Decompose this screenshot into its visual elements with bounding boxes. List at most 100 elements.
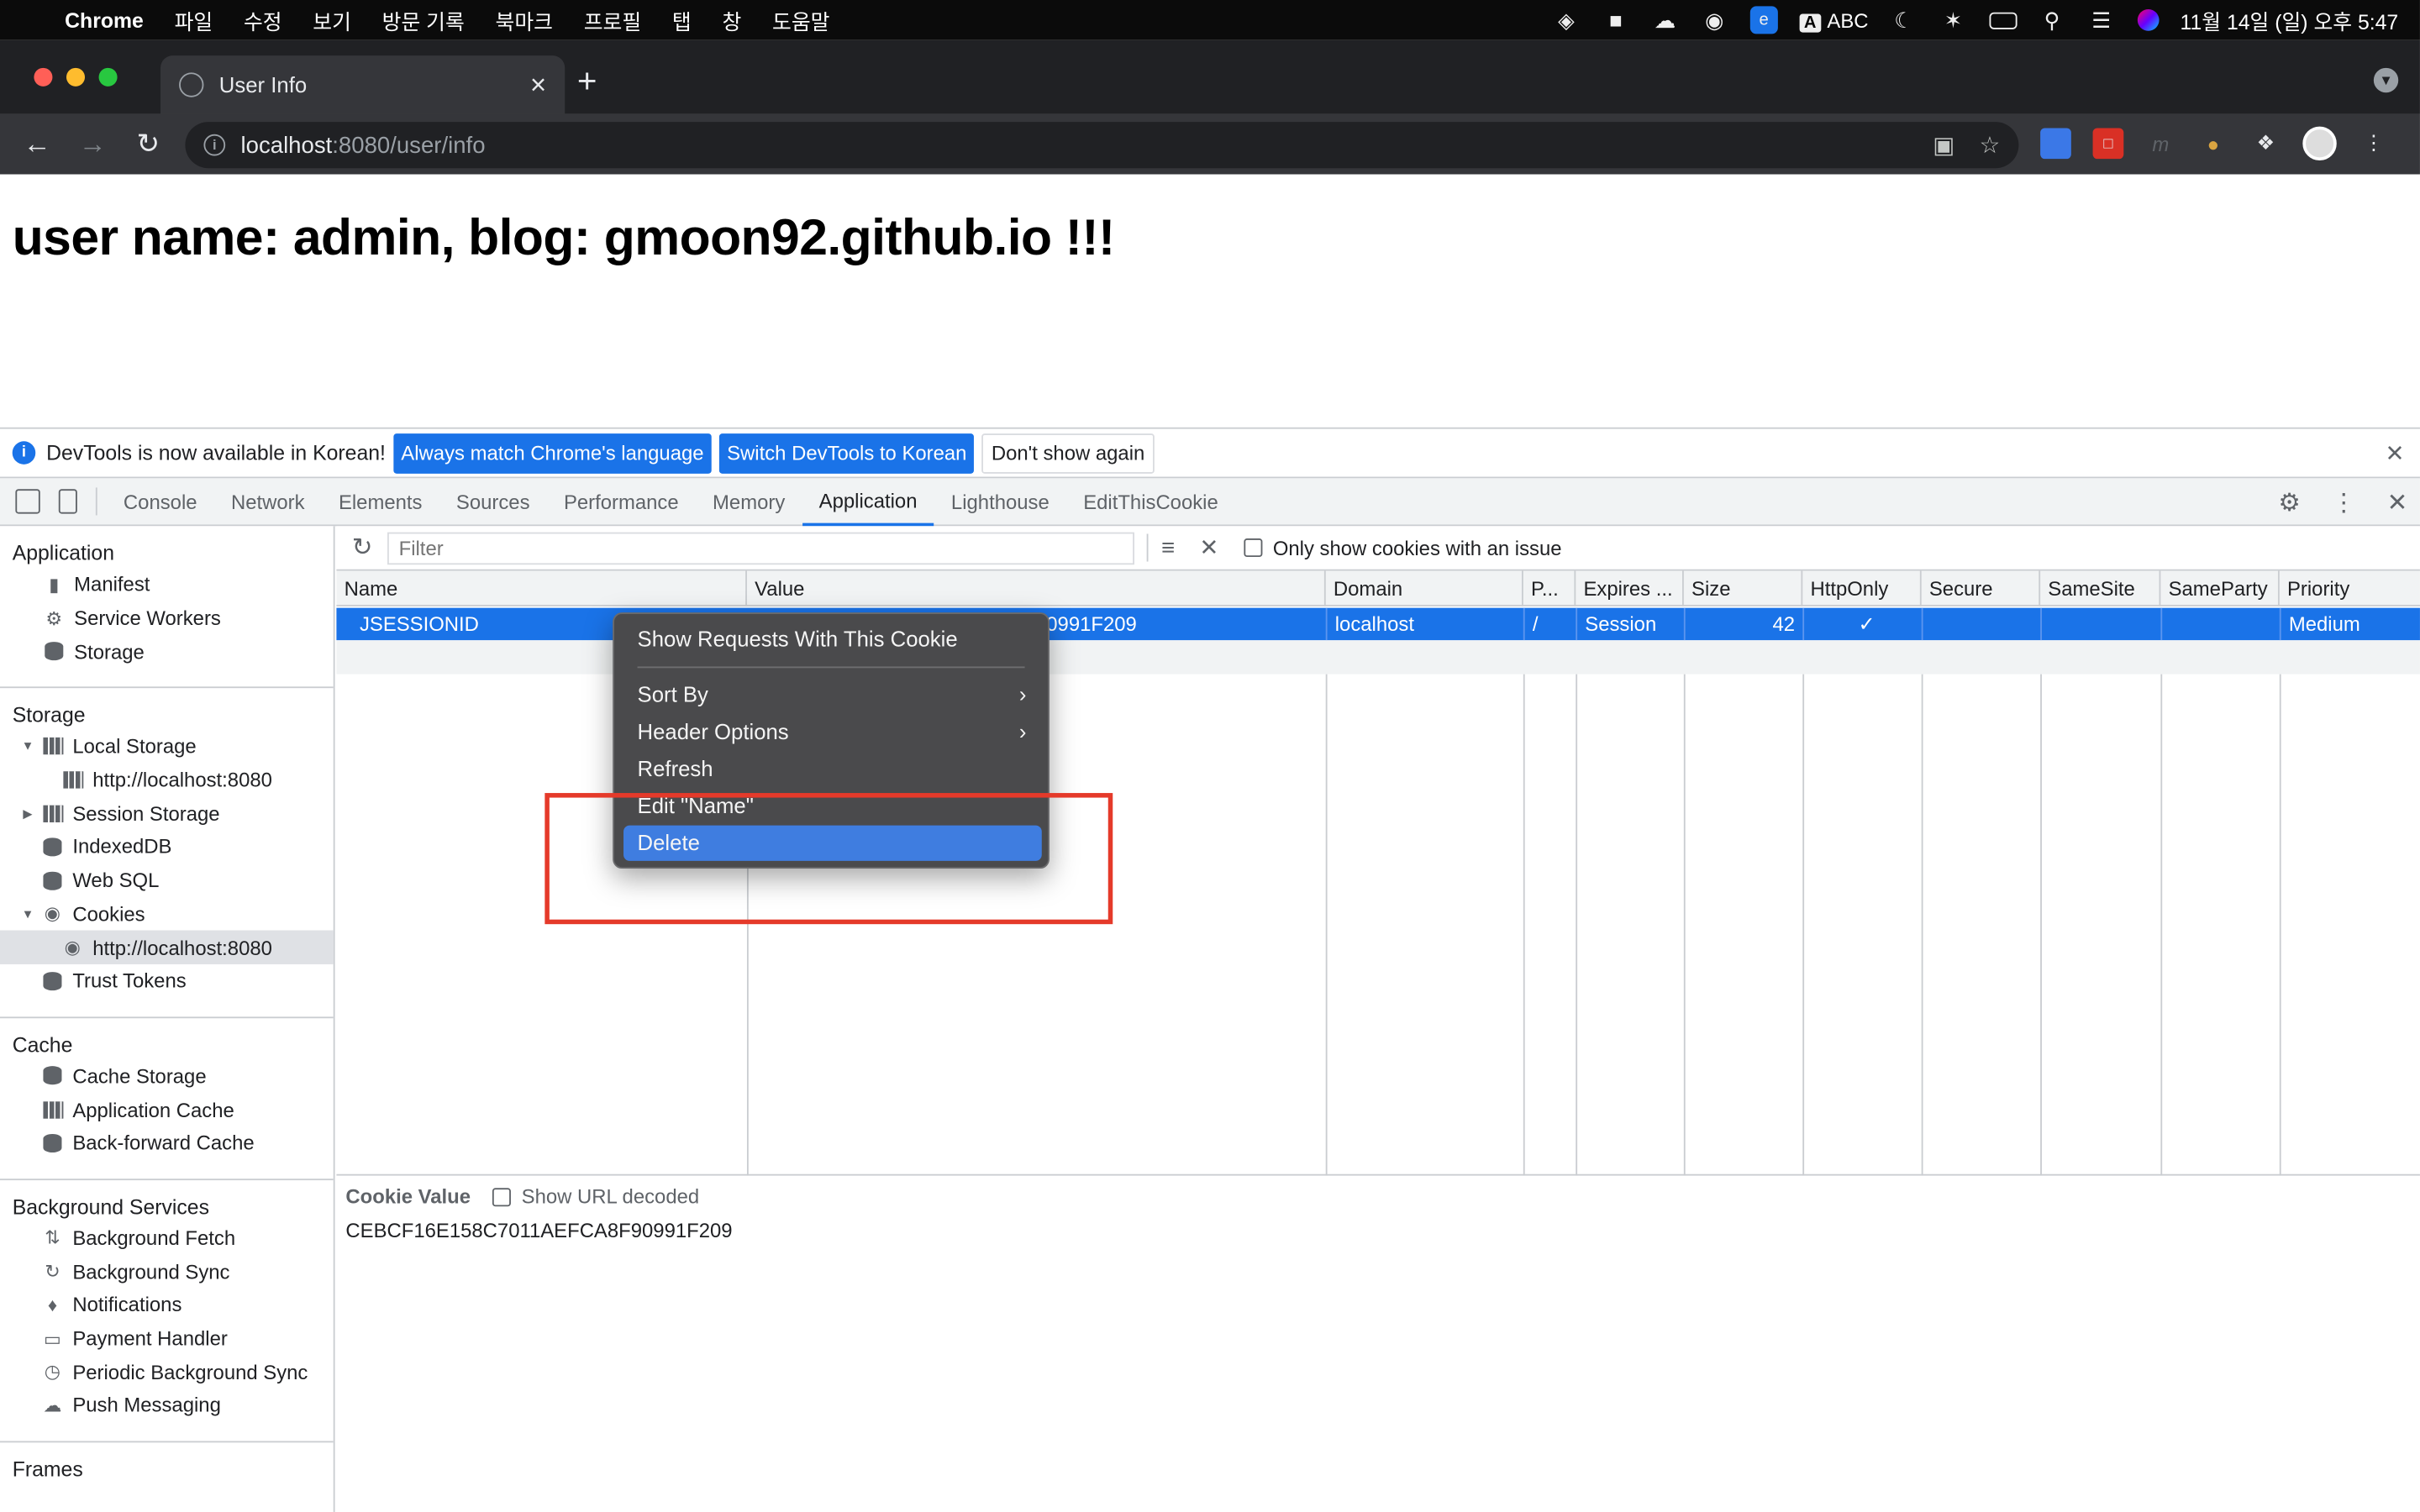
input-source[interactable]: A ABC (1799, 8, 1868, 32)
menubar-clock[interactable]: 11월 14일 (일) 오후 5:47 (2181, 5, 2399, 36)
menu-history[interactable]: 방문 기록 (366, 5, 480, 36)
close-window-button[interactable] (34, 67, 53, 87)
cell-domain[interactable]: localhost (1325, 607, 1523, 641)
close-devtools-icon[interactable]: ✕ (2387, 487, 2408, 518)
tab-search-icon[interactable]: ▼ (2373, 67, 2399, 93)
col-secure[interactable]: Secure (1922, 570, 2041, 606)
always-match-language-button[interactable]: Always match Chrome's language (393, 433, 712, 473)
site-info-icon[interactable]: i (203, 134, 226, 156)
col-expires[interactable]: Expires ... (1576, 570, 1684, 606)
close-tab-icon[interactable]: × (530, 69, 546, 102)
menu-item-refresh[interactable]: Refresh (623, 751, 1042, 786)
cell-secure[interactable] (1921, 607, 2040, 641)
extension-blue-icon[interactable] (2040, 128, 2071, 160)
profile-avatar[interactable] (2302, 126, 2337, 161)
inspect-element-icon[interactable] (15, 489, 40, 514)
tab-application[interactable]: Application (802, 477, 934, 526)
col-domain[interactable]: Domain (1326, 570, 1523, 606)
forward-icon[interactable]: → (68, 128, 118, 160)
sidebar-item-application-cache[interactable]: Application Cache (0, 1093, 334, 1126)
show-url-decoded-checkbox[interactable]: Show URL decoded (492, 1185, 699, 1208)
sidebar-item-local-storage-origin[interactable]: http://localhost:8080 (0, 764, 334, 797)
expand-down-icon[interactable]: ▼ (20, 740, 35, 754)
only-issue-cookies-checkbox[interactable]: Only show cookies with an issue (1243, 536, 1562, 559)
sidebar-item-indexeddb[interactable]: IndexedDB (0, 830, 334, 864)
cell-priority[interactable]: Medium (2279, 607, 2420, 641)
cell-path[interactable]: / (1523, 607, 1576, 641)
bookmark-star-icon[interactable]: ☆ (1980, 131, 2001, 159)
address-bar[interactable]: i localhost :8080/user/info ▣ ☆ (185, 122, 2019, 169)
bluetooth-icon[interactable]: ✶ (1939, 6, 1967, 34)
control-center-icon[interactable]: ☰ (2087, 6, 2115, 34)
new-tab-button[interactable]: + (577, 61, 597, 102)
tab-editthiscookie[interactable]: EditThisCookie (1066, 477, 1235, 525)
menu-profiles[interactable]: 프로필 (568, 5, 656, 36)
menu-view[interactable]: 보기 (297, 5, 366, 36)
tab-elements[interactable]: Elements (322, 477, 439, 525)
sidebar-item-websql[interactable]: Web SQL (0, 864, 334, 897)
sidebar-item-session-storage[interactable]: ▶ Session Storage (0, 797, 334, 831)
col-sameparty[interactable]: SameParty (2160, 570, 2280, 606)
settings-gear-icon[interactable]: ⚙ (2278, 487, 2300, 518)
globe-icon[interactable]: ◉ (1701, 6, 1728, 34)
spotlight-search-icon[interactable]: ⚲ (2039, 6, 2066, 34)
puzzle-extensions-icon[interactable]: ❖ (2250, 128, 2281, 159)
switch-to-korean-button[interactable]: Switch DevTools to Korean (718, 433, 975, 473)
sidebar-item-background-fetch[interactable]: ⇅ Background Fetch (0, 1221, 334, 1255)
sidebar-item-cache-storage[interactable]: Cache Storage (0, 1059, 334, 1093)
sidebar-item-payment-handler[interactable]: ▭ Payment Handler (0, 1321, 334, 1355)
close-infobar-icon[interactable]: ✕ (2385, 439, 2404, 466)
tab-performance[interactable]: Performance (547, 477, 696, 525)
translate-icon[interactable]: ▣ (1933, 131, 1954, 159)
col-value[interactable]: Value (747, 570, 1326, 606)
expand-right-icon[interactable]: ▶ (20, 806, 35, 821)
sidebar-item-background-sync[interactable]: ↻ Background Sync (0, 1255, 334, 1289)
device-toolbar-icon[interactable] (58, 489, 77, 514)
cell-size[interactable]: 42 (1683, 607, 1802, 641)
menu-item-header-options[interactable]: Header Options › (623, 714, 1042, 749)
dont-show-again-button[interactable]: Don't show again (981, 433, 1155, 473)
tab-sources[interactable]: Sources (439, 477, 547, 525)
sidebar-item-local-storage[interactable]: ▼ Local Storage (0, 730, 334, 764)
cookie-value-text[interactable]: CEBCF16E158C7011AEFCA8F90991F209 (345, 1219, 732, 1242)
cell-samesite[interactable] (2040, 607, 2160, 641)
tab-lighthouse[interactable]: Lighthouse (934, 477, 1066, 525)
evernote-icon[interactable]: ◈ (1553, 6, 1581, 34)
cell-value[interactable]: 0991F209 (1039, 608, 1326, 641)
app-badge-icon[interactable]: e (1749, 6, 1778, 34)
col-httponly[interactable]: HttpOnly (1802, 570, 1922, 606)
tab-network[interactable]: Network (214, 477, 322, 525)
cloud-sync-icon[interactable]: ☁ (1651, 6, 1679, 34)
zoom-window-button[interactable] (98, 67, 118, 87)
clear-all-cookies-icon[interactable]: ✕ (1199, 533, 1218, 561)
menu-app-name[interactable]: Chrome (50, 8, 159, 32)
refresh-icon[interactable]: ↻ (352, 533, 373, 564)
sidebar-item-cookies-origin[interactable]: ◉ http://localhost:8080 (0, 930, 334, 964)
app-cube-icon[interactable]: ■ (1602, 6, 1629, 34)
clear-filtered-cookies-icon[interactable]: ≡ (1161, 534, 1175, 560)
moon-icon[interactable]: ☾ (1890, 6, 1918, 34)
menu-help[interactable]: 도움말 (757, 5, 845, 36)
sidebar-item-push-messaging[interactable]: ☁ Push Messaging (0, 1389, 334, 1422)
menu-item-sort-by[interactable]: Sort By › (623, 677, 1042, 712)
tab-memory[interactable]: Memory (696, 477, 802, 525)
sidebar-item-service-workers[interactable]: ⚙ Service Workers (0, 601, 334, 635)
sidebar-item-notifications[interactable]: ♦ Notifications (0, 1289, 334, 1322)
sidebar-item-back-forward-cache[interactable]: Back-forward Cache (0, 1126, 334, 1160)
cookie-extension-icon[interactable]: ● (2197, 128, 2228, 159)
menu-bookmarks[interactable]: 북마크 (480, 5, 568, 36)
cell-httponly[interactable]: ✓ (1802, 607, 1921, 641)
back-icon[interactable]: ← (13, 128, 62, 160)
menu-file[interactable]: 파일 (159, 5, 228, 36)
kebab-menu-icon[interactable]: ⋮ (2358, 128, 2389, 159)
sidebar-item-manifest[interactable]: ▮ Manifest (0, 568, 334, 601)
sidebar-item-storage[interactable]: Storage (0, 635, 334, 669)
extension-red-icon[interactable]: □ (2092, 128, 2124, 160)
minimize-window-button[interactable] (66, 67, 86, 87)
col-path[interactable]: P... (1523, 570, 1576, 606)
col-size[interactable]: Size (1684, 570, 1803, 606)
col-name[interactable]: Name (336, 570, 747, 606)
sidebar-item-trust-tokens[interactable]: Trust Tokens (0, 964, 334, 998)
cell-expires[interactable]: Session (1576, 607, 1684, 641)
devtools-more-icon[interactable]: ⋮ (2332, 487, 2356, 518)
